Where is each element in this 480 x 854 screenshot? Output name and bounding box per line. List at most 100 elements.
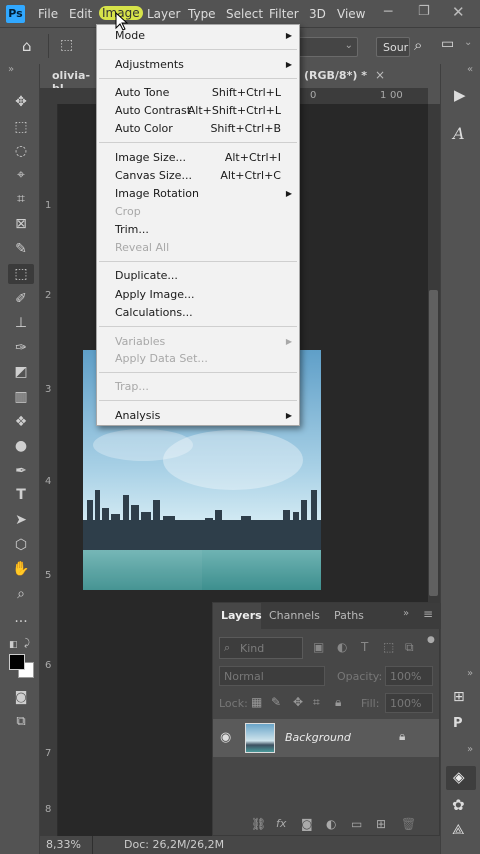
eraser-tool-icon[interactable]: ◩ bbox=[8, 362, 34, 382]
home-icon[interactable]: ⌂ bbox=[22, 37, 32, 55]
lock-image-icon[interactable]: ✎ bbox=[271, 695, 281, 709]
dodge-tool-icon[interactable]: ● bbox=[8, 436, 34, 456]
menu-view[interactable]: View bbox=[337, 7, 365, 21]
menu-item-auto-contrast[interactable]: Auto Contrast bbox=[115, 104, 191, 117]
libraries-icon[interactable]: ⊞ bbox=[453, 689, 465, 705]
layer-row-background[interactable]: ◉ Background 🔒︎ bbox=[213, 719, 439, 757]
menu-item-analysis[interactable]: Analysis bbox=[115, 409, 160, 422]
visibility-eye-icon[interactable]: ◉ bbox=[220, 730, 231, 745]
crop-tool-icon[interactable]: ⌗ bbox=[8, 189, 34, 209]
frame-tool-icon[interactable]: ⊠ bbox=[8, 214, 34, 234]
select-subject-field[interactable]: Sour bbox=[376, 37, 410, 57]
maximize-icon[interactable]: ❐ bbox=[418, 4, 430, 19]
new-layer-icon[interactable]: ⊞ bbox=[376, 817, 386, 831]
tab-channels[interactable]: Channels bbox=[269, 609, 320, 622]
screen-mode-icon[interactable]: ⧉ bbox=[8, 712, 34, 732]
menu-item-duplicate[interactable]: Duplicate... bbox=[115, 269, 178, 282]
lasso-tool-icon[interactable]: ◌ bbox=[8, 141, 34, 161]
quick-mask-icon[interactable]: ◙ bbox=[8, 688, 34, 708]
pixel-filter-icon[interactable]: ▣ bbox=[313, 640, 324, 654]
menu-item-auto-color[interactable]: Auto Color bbox=[115, 122, 173, 135]
collapse-icon[interactable]: « bbox=[467, 64, 473, 75]
artboard-tool-icon[interactable]: ⬚ bbox=[8, 117, 34, 137]
menu-item-apply-image[interactable]: Apply Image... bbox=[115, 288, 195, 301]
document-tab-active[interactable]: (RGB/8*) * × bbox=[300, 64, 428, 88]
history-brush-icon[interactable]: ✑ bbox=[8, 338, 34, 358]
swap-colors-icon[interactable]: ⤸ bbox=[24, 638, 30, 649]
menu-edit[interactable]: Edit bbox=[69, 7, 92, 21]
zoom-level[interactable]: 8,33% bbox=[46, 838, 81, 851]
stamp-tool-icon[interactable]: ⊥ bbox=[8, 313, 34, 333]
pen-tool-icon[interactable]: ✒ bbox=[8, 461, 34, 481]
default-colors-icon[interactable]: ◧ bbox=[9, 640, 18, 650]
path-select-tool-icon[interactable]: ➤ bbox=[8, 510, 34, 530]
tab-paths[interactable]: Paths bbox=[334, 609, 364, 622]
lock-artboard-icon[interactable]: ⌗ bbox=[313, 695, 320, 710]
type-filter-icon[interactable]: T bbox=[361, 640, 368, 654]
menu-item-adjustments[interactable]: Adjustments bbox=[115, 58, 184, 71]
adjustment-layer-icon[interactable]: ◐ bbox=[326, 817, 336, 831]
menu-3d[interactable]: 3D bbox=[309, 7, 326, 21]
menu-layer[interactable]: Layer bbox=[147, 7, 180, 21]
panel-menu-icon[interactable]: ≡ bbox=[423, 607, 433, 621]
link-layers-icon[interactable]: ⛓ bbox=[251, 817, 266, 831]
document-tab-inactive[interactable]: olivia-bl bbox=[40, 64, 96, 95]
menu-item-image-size[interactable]: Image Size... bbox=[115, 151, 186, 164]
play-actions-icon[interactable]: ▶ bbox=[454, 86, 466, 104]
move-tool-icon[interactable]: ✥ bbox=[8, 92, 34, 112]
foreground-color-swatch[interactable] bbox=[9, 654, 25, 670]
add-mask-icon[interactable]: ◙ bbox=[301, 817, 313, 831]
quick-select-tool-icon[interactable]: ⌖ bbox=[8, 165, 34, 185]
character-panel-icon[interactable]: A bbox=[453, 124, 465, 143]
marquee-preset-icon[interactable]: ⬚ bbox=[60, 37, 73, 53]
more-tools-icon[interactable]: ··· bbox=[8, 612, 34, 632]
marquee-tool-icon[interactable]: ⬚ bbox=[8, 264, 34, 284]
type-tool-icon[interactable]: T bbox=[8, 485, 34, 505]
blur-tool-icon[interactable]: ❖ bbox=[8, 412, 34, 432]
menu-item-auto-tone[interactable]: Auto Tone bbox=[115, 86, 169, 99]
zoom-tool-icon[interactable]: ⌕ bbox=[8, 584, 34, 604]
search-icon[interactable]: ⌕ bbox=[414, 36, 422, 54]
menu-item-image-rotation[interactable]: Image Rotation bbox=[115, 187, 199, 200]
opacity-field[interactable]: 100% bbox=[385, 666, 433, 686]
lock-all-icon[interactable]: 🔒︎ bbox=[335, 695, 341, 710]
filter-toggle-icon[interactable]: ● bbox=[427, 635, 435, 645]
shape-filter-icon[interactable]: ⬚ bbox=[383, 640, 394, 654]
scrollbar-thumb[interactable] bbox=[429, 290, 438, 596]
gradient-tool-icon[interactable]: ▥ bbox=[8, 387, 34, 407]
lock-position-icon[interactable]: ✥ bbox=[293, 695, 303, 709]
menu-filter[interactable]: Filter bbox=[269, 7, 299, 21]
plugins-icon[interactable]: P bbox=[453, 716, 463, 731]
menu-select[interactable]: Select bbox=[226, 7, 263, 21]
channels-icon[interactable]: ✿ bbox=[452, 796, 465, 814]
layers-panel-button[interactable]: ◈ bbox=[446, 766, 476, 790]
collapse-icon[interactable]: » bbox=[8, 64, 14, 75]
close-window-icon[interactable]: ✕ bbox=[452, 3, 465, 21]
expand-icon[interactable]: » bbox=[403, 608, 409, 619]
blend-mode-select[interactable]: Normal bbox=[219, 666, 325, 686]
menu-file[interactable]: File bbox=[38, 7, 58, 21]
menu-item-calculations[interactable]: Calculations... bbox=[115, 306, 193, 319]
filter-kind-select[interactable]: ⌕ Kind bbox=[219, 637, 303, 659]
menu-item-trim[interactable]: Trim... bbox=[115, 223, 149, 236]
new-group-icon[interactable]: ▭ bbox=[351, 817, 362, 831]
lock-transparent-icon[interactable]: ▦ bbox=[251, 695, 262, 709]
fx-icon[interactable]: fx bbox=[276, 817, 286, 830]
eyedropper-tool-icon[interactable]: ✎ bbox=[8, 239, 34, 259]
adjustment-filter-icon[interactable]: ◐ bbox=[337, 640, 347, 654]
shape-tool-icon[interactable]: ⬡ bbox=[8, 535, 34, 555]
minimize-icon[interactable]: ─ bbox=[384, 4, 392, 20]
collapse-icon[interactable]: » bbox=[467, 668, 473, 679]
brush-tool-icon[interactable]: ✐ bbox=[8, 289, 34, 309]
chevron-down-icon[interactable]: ⌄ bbox=[464, 37, 472, 48]
layer-name[interactable]: Background bbox=[285, 731, 351, 744]
workspace-icon[interactable]: ▭ bbox=[441, 36, 454, 52]
hand-tool-icon[interactable]: ✋ bbox=[8, 559, 34, 579]
paths-icon[interactable]: ⟁ bbox=[452, 822, 465, 838]
delete-layer-icon[interactable]: 🗑︎ bbox=[401, 817, 416, 831]
style-select[interactable]: ⌄ bbox=[296, 37, 358, 57]
smart-object-filter-icon[interactable]: ⧉ bbox=[405, 640, 414, 655]
fill-field[interactable]: 100% bbox=[385, 693, 433, 713]
collapse-icon[interactable]: » bbox=[467, 744, 473, 755]
menu-item-canvas-size[interactable]: Canvas Size... bbox=[115, 169, 192, 182]
